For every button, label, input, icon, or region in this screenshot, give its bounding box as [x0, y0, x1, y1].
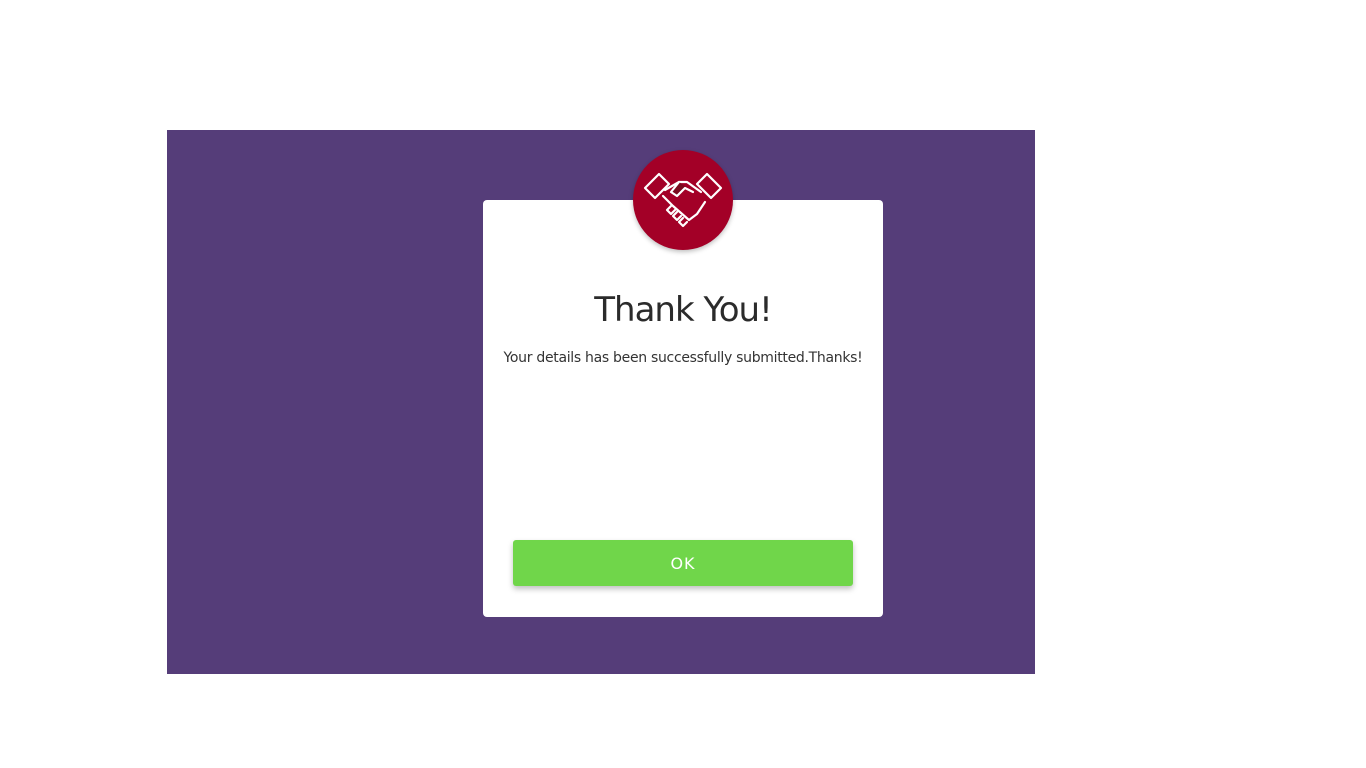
handshake-icon — [641, 162, 725, 238]
dialog-title: Thank You! — [594, 290, 772, 330]
badge-circle — [633, 150, 733, 250]
ok-button[interactable]: OK — [513, 540, 853, 586]
dialog-message: Your details has been successfully submi… — [503, 350, 863, 366]
